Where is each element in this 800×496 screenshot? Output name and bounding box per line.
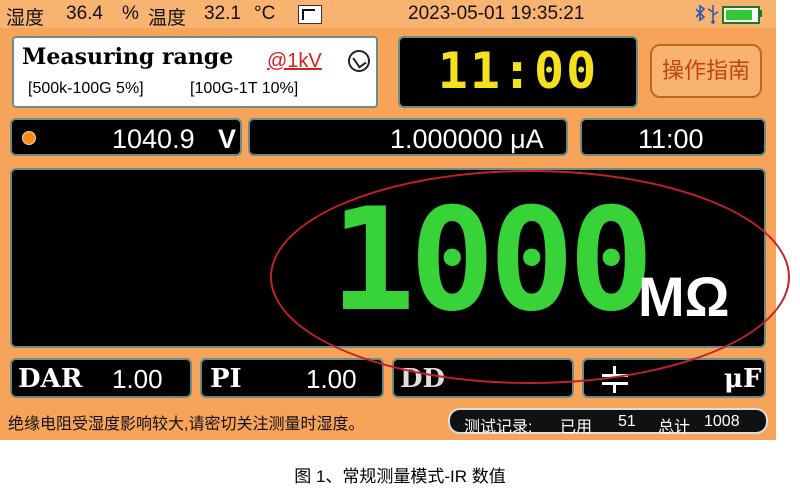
- datetime: 2023-05-01 19:35:21: [408, 3, 585, 24]
- total-label: 总计: [658, 419, 691, 436]
- humidity-unit: %: [122, 3, 139, 24]
- pi-panel: PI 1.00: [200, 358, 384, 398]
- elapsed-panel: 11:00: [580, 118, 766, 156]
- measuring-range-box: Measuring range @1kV [500k-100G 5%] [100…: [12, 36, 378, 108]
- current-value: 1.000000 μA: [390, 124, 544, 154]
- temperature-value: 32.1: [204, 3, 241, 24]
- waveform-icon[interactable]: [298, 5, 322, 24]
- range-spec-high: [100G-1T 10%]: [190, 80, 299, 97]
- elapsed-value: 11:00: [638, 124, 704, 154]
- current-panel: 1.000000 μA: [248, 118, 568, 156]
- timer-value: 11:00: [437, 42, 599, 100]
- usb-icon: [706, 4, 720, 29]
- battery-cap: [759, 10, 762, 17]
- status-bar: 湿度 36.4 % 温度 32.1 °C 2023-05-01 19:35:21: [0, 0, 776, 29]
- humidity-label: 湿度: [6, 8, 45, 29]
- range-voltage[interactable]: @1kV: [267, 50, 322, 73]
- recording-indicator-icon: [22, 131, 36, 145]
- voltage-unit: V: [218, 124, 237, 154]
- temperature-unit: °C: [254, 3, 276, 24]
- voltage-panel: 1040.9 V: [10, 118, 242, 156]
- humidity-notice: 绝缘电阻受湿度影响较大,请密切关注测量时湿度。: [8, 416, 365, 433]
- range-title: Measuring range: [22, 44, 234, 70]
- pi-value: 1.00: [306, 364, 357, 394]
- total-value: 1008: [704, 413, 740, 430]
- used-value: 51: [618, 413, 636, 430]
- range-spec-low: [500k-100G 5%]: [28, 80, 144, 97]
- test-records[interactable]: 测试记录: 已用 51 总计 1008: [448, 408, 768, 436]
- settings-icon[interactable]: [348, 50, 370, 72]
- dar-label: DAR: [18, 364, 83, 394]
- dar-panel: DAR 1.00: [10, 358, 192, 398]
- battery-icon: [722, 6, 760, 24]
- dar-value: 1.00: [112, 364, 163, 394]
- capacitance-unit: μF: [724, 364, 762, 394]
- bluetooth-icon: [694, 4, 706, 27]
- used-label: 已用: [560, 419, 593, 436]
- figure-caption: 图 1、常规测量模式-IR 数值: [294, 467, 506, 486]
- humidity-value: 36.4: [66, 3, 103, 24]
- highlight-ellipse: [270, 170, 790, 384]
- temperature-label: 温度: [148, 8, 187, 29]
- records-label: 测试记录:: [464, 419, 533, 436]
- voltage-value: 1040.9: [112, 124, 195, 154]
- pi-label: PI: [210, 364, 242, 394]
- timer-panel: 11:00: [398, 36, 638, 108]
- guide-button[interactable]: 操作指南: [650, 44, 762, 98]
